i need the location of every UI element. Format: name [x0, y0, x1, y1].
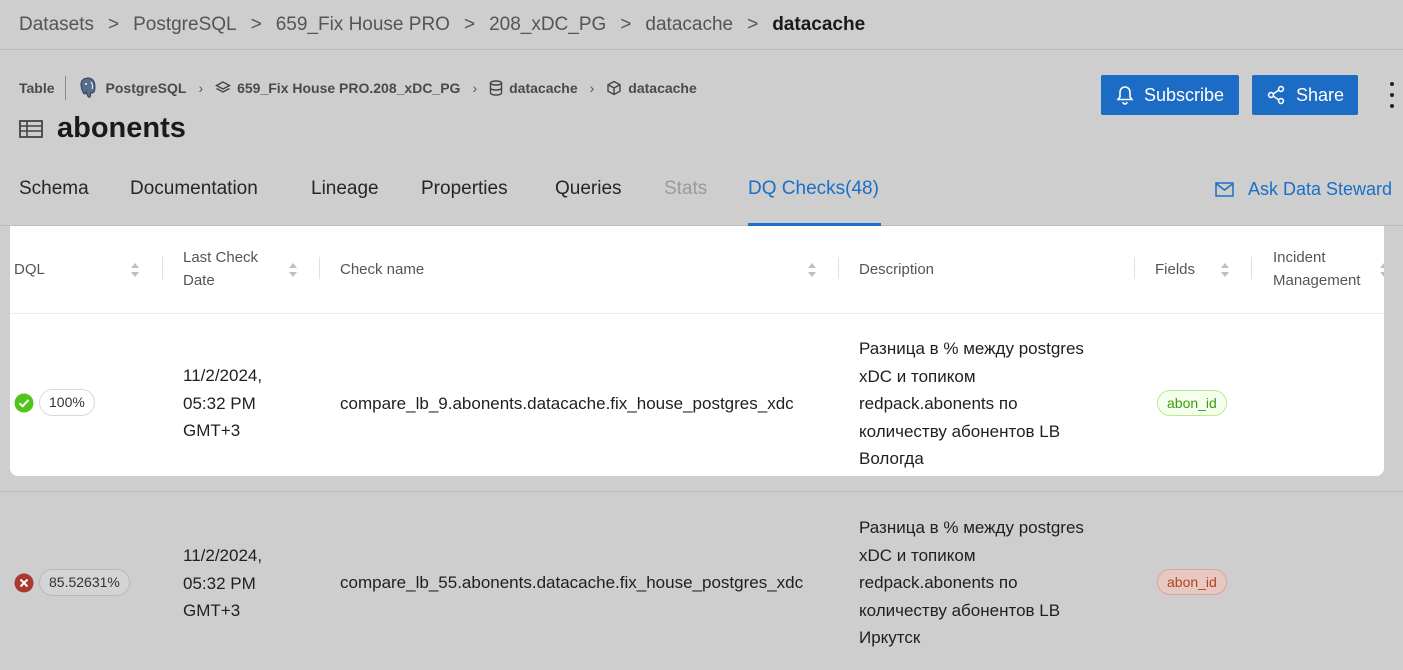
breadcrumb-schema[interactable]: datacache: [645, 14, 733, 36]
breadcrumb-separator: >: [107, 13, 120, 35]
date-line: 11/2/2024,: [183, 546, 263, 565]
divider: [64, 76, 66, 100]
breadcrumb-separator: >: [250, 13, 262, 35]
tab-queries[interactable]: Queries: [555, 178, 622, 226]
description-line: redpack.abonents по: [859, 394, 1018, 413]
field-tag[interactable]: abon_id: [1157, 390, 1227, 416]
chevron-right-icon: ›: [589, 80, 595, 96]
time-line: 05:32 PM: [183, 573, 256, 593]
tab-properties[interactable]: Properties: [421, 178, 508, 226]
breadcrumb-database[interactable]: 208_xDC_PG: [489, 14, 606, 36]
entity-path: Table PostgreSQL › 659_Fix House PRO.208…: [19, 74, 697, 102]
check-description: Разница в % между postgres xDC и топиком…: [859, 514, 1084, 652]
tab-documentation[interactable]: Documentation: [130, 178, 258, 226]
subscribe-label: Subscribe: [1143, 84, 1225, 105]
more-options-icon[interactable]: [1384, 80, 1400, 110]
description-line: Разница в % между postgres: [859, 339, 1084, 358]
tab-stats: Stats: [664, 178, 708, 199]
breadcrumb-project[interactable]: 659_Fix House PRO: [276, 14, 450, 36]
time-line: 05:32 PM: [183, 393, 256, 413]
sort-icon[interactable]: [807, 262, 817, 278]
tab-bar: Schema Documentation Lineage Properties …: [0, 160, 1403, 226]
chevron-right-icon: ›: [472, 80, 478, 96]
tab-dq-checks[interactable]: DQ Checks(48): [748, 178, 881, 226]
description-line: redpack.abonents по: [859, 573, 1018, 592]
chevron-right-icon: ›: [198, 80, 204, 96]
table-row: 85.52631% 11/2/2024, 05:32 PM GMT+3 comp…: [0, 491, 1403, 670]
column-divider: [1134, 257, 1135, 279]
share-icon: [1266, 85, 1286, 105]
column-header-description: Description: [859, 261, 935, 278]
sort-icon[interactable]: [130, 262, 140, 278]
database-icon: [489, 80, 503, 96]
column-header-fields[interactable]: Fields: [1155, 258, 1195, 281]
description-line: xDC и топиком: [859, 545, 976, 565]
share-label: Share: [1295, 84, 1345, 105]
entity-type-label: Table: [19, 80, 55, 96]
description-line: Вологда: [859, 449, 924, 468]
postgresql-logo-icon: [76, 76, 100, 100]
dql-score-badge: 100%: [39, 389, 95, 416]
entity-platform[interactable]: PostgreSQL: [106, 80, 187, 96]
table-icon: [19, 119, 43, 139]
last-check-date: 11/2/2024, 05:32 PM GMT+3: [183, 542, 262, 625]
description-line: количеству абонентов LB: [859, 600, 1061, 620]
breadcrumb-datasets[interactable]: Datasets: [19, 14, 94, 36]
subscribe-button[interactable]: Subscribe: [1101, 75, 1239, 115]
check-name[interactable]: compare_lb_55.abonents.datacache.fix_hou…: [340, 569, 803, 597]
dql-cell: 85.52631%: [14, 569, 130, 596]
description-line: количеству абонентов LB: [859, 421, 1061, 441]
dq-checks-table: DQL Last Check Date Check name Descripti…: [10, 226, 1384, 476]
column-divider: [838, 257, 839, 279]
date-line: 11/2/2024,: [183, 366, 263, 385]
check-name[interactable]: compare_lb_9.abonents.datacache.fix_hous…: [340, 390, 794, 418]
breadcrumb-separator: >: [463, 13, 476, 35]
dql-cell: 100%: [14, 389, 95, 416]
tab-lineage[interactable]: Lineage: [311, 178, 379, 226]
column-divider: [319, 257, 320, 279]
table-header: DQL Last Check Date Check name Descripti…: [10, 226, 1384, 314]
mail-icon: [1215, 182, 1234, 197]
column-header-incident-management[interactable]: Incident Management: [1273, 246, 1373, 292]
entity-path-container[interactable]: 659_Fix House PRO.208_xDC_PG: [237, 80, 460, 96]
layers-icon: [215, 80, 232, 96]
field-tag[interactable]: abon_id: [1157, 569, 1227, 595]
error-circle-icon: [14, 573, 34, 592]
last-check-date: 11/2/2024, 05:32 PM GMT+3: [183, 362, 262, 445]
entity-path-schema[interactable]: datacache: [628, 80, 696, 96]
sort-icon[interactable]: [1379, 262, 1384, 278]
ask-data-steward-link[interactable]: Ask Data Steward: [1215, 179, 1392, 200]
description-line: xDC и топиком: [859, 366, 976, 386]
cube-icon: [606, 80, 622, 96]
entity-path-database[interactable]: datacache: [509, 80, 577, 96]
timezone-line: GMT+3: [183, 601, 241, 620]
breadcrumb-separator: >: [620, 13, 632, 35]
column-header-last-check-date[interactable]: Last Check Date: [183, 246, 273, 292]
share-button[interactable]: Share: [1252, 75, 1358, 115]
sort-icon[interactable]: [288, 262, 298, 278]
column-header-check-name[interactable]: Check name: [340, 258, 424, 281]
page-title-row: abonents: [19, 112, 186, 145]
breadcrumb-separator: >: [747, 13, 759, 35]
page-title: abonents: [57, 112, 186, 144]
column-divider: [1251, 257, 1252, 279]
timezone-line: GMT+3: [183, 421, 241, 440]
column-header-dql[interactable]: DQL: [14, 258, 45, 281]
sort-icon[interactable]: [1220, 262, 1230, 278]
ask-data-steward-label: Ask Data Steward: [1248, 179, 1393, 199]
tab-schema[interactable]: Schema: [19, 178, 89, 226]
breadcrumb-current: datacache: [772, 13, 866, 35]
description-line: Иркутск: [859, 628, 921, 647]
check-circle-icon: [14, 393, 34, 412]
bell-icon: [1116, 85, 1134, 105]
column-divider: [162, 257, 163, 279]
description-line: Разница в % между postgres: [859, 518, 1084, 537]
dql-score-badge: 85.52631%: [39, 569, 130, 596]
breadcrumb: Datasets > PostgreSQL > 659_Fix House PR…: [0, 0, 1403, 50]
breadcrumb-platform[interactable]: PostgreSQL: [133, 14, 237, 36]
check-description: Разница в % между postgres xDC и топиком…: [859, 335, 1084, 473]
